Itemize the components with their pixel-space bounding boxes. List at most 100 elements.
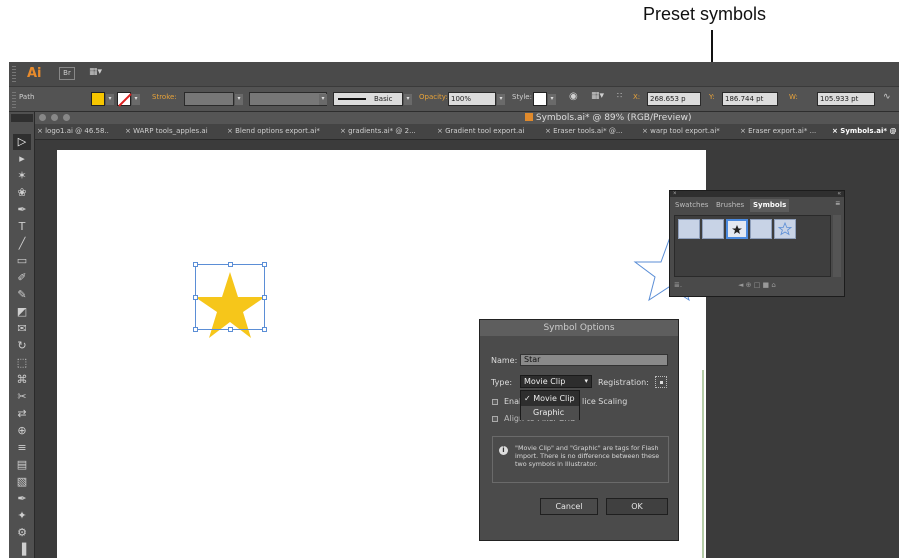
align-pixel-grid-checkbox[interactable] <box>492 416 498 422</box>
minimize-window-icon[interactable] <box>51 114 58 121</box>
tool-button[interactable]: ✉ <box>13 321 31 337</box>
collapse-icon[interactable]: « <box>838 191 841 197</box>
tool-button[interactable]: ❀ <box>13 185 31 201</box>
tool-button[interactable]: ✒ <box>13 491 31 507</box>
registration-point-icon[interactable] <box>655 376 667 388</box>
tool-button[interactable]: ✒ <box>13 202 31 218</box>
close-window-icon[interactable] <box>39 114 46 121</box>
tools-panel-header[interactable] <box>11 114 33 122</box>
tab-swatches[interactable]: Swatches <box>672 199 711 212</box>
stroke-label[interactable]: Stroke: <box>152 93 177 101</box>
menu-item-graphic[interactable]: Graphic <box>521 406 579 420</box>
link-icon[interactable]: ∿ <box>883 92 891 102</box>
tool-button[interactable]: ◩ <box>13 304 31 320</box>
symbol-thumbnail[interactable] <box>750 219 772 239</box>
symbol-actions-icons[interactable]: ◄ ⊕ □ ■ ⌂ <box>738 281 776 289</box>
name-field[interactable]: Star <box>520 354 668 366</box>
ok-button[interactable]: OK <box>606 498 668 515</box>
symbol-thumbnail[interactable] <box>678 219 700 239</box>
stroke-weight-dropdown[interactable]: ▾ <box>235 94 243 105</box>
panel-menu-icon[interactable]: ≡ <box>835 199 840 208</box>
stroke-weight-field[interactable] <box>184 92 234 106</box>
y-field[interactable]: 186.744 pt <box>722 92 778 106</box>
resize-handle[interactable] <box>193 327 198 332</box>
resize-handle[interactable] <box>262 295 267 300</box>
type-select-value: Movie Clip <box>524 377 566 386</box>
tool-button[interactable]: ⬚ <box>13 355 31 371</box>
enable-guides-checkbox[interactable] <box>492 399 498 405</box>
tab-brushes[interactable]: Brushes <box>713 199 747 212</box>
tool-button[interactable]: ✎ <box>13 287 31 303</box>
stroke-dropdown[interactable]: ▾ <box>132 94 140 105</box>
resize-handle[interactable] <box>262 327 267 332</box>
tool-button[interactable]: ▷ <box>13 134 31 150</box>
resize-handle[interactable] <box>193 295 198 300</box>
tool-button[interactable]: ⚙ <box>13 525 31 541</box>
panel-scrollbar[interactable] <box>833 215 841 277</box>
x-field[interactable]: 268.653 p <box>647 92 701 106</box>
tool-button[interactable]: ▐ <box>13 542 31 558</box>
tool-button[interactable]: T <box>13 219 31 235</box>
tab-gradient-tool-export[interactable]: × Gradient tool export.ai <box>437 127 524 135</box>
resize-handle[interactable] <box>228 327 233 332</box>
fill-dropdown[interactable]: ▾ <box>106 94 114 105</box>
tab-logo1[interactable]: × logo1.ai @ 46.58.. <box>37 127 109 135</box>
opacity-label[interactable]: Opacity: <box>419 93 448 101</box>
document-title-bar: Symbols.ai* @ 89% (RGB/Preview) <box>35 112 899 124</box>
stroke-swatch[interactable] <box>117 92 132 107</box>
graphic-style-dropdown[interactable]: ▾ <box>548 94 556 105</box>
tool-button[interactable]: ✂ <box>13 389 31 405</box>
selection-bounding-box[interactable] <box>193 262 267 332</box>
type-select[interactable]: Movie Clip ▾ <box>520 375 592 388</box>
tab-gradients[interactable]: × gradients.ai* @ 2... <box>340 127 416 135</box>
menu-item-movie-clip[interactable]: ✓ Movie Clip <box>521 392 579 406</box>
tab-symbols[interactable]: × Symbols.ai* @ 8 <box>832 127 899 135</box>
arrange-documents-button[interactable]: ▦▾ <box>89 67 111 80</box>
tool-button[interactable]: ▭ <box>13 253 31 269</box>
tool-button[interactable]: ▸ <box>13 151 31 167</box>
fill-swatch[interactable] <box>91 92 105 106</box>
tool-button[interactable]: ⊕ <box>13 423 31 439</box>
tool-button[interactable]: ≡ <box>13 440 31 456</box>
tool-button[interactable]: ✶ <box>13 168 31 184</box>
tab-symbols[interactable]: Symbols <box>750 199 790 212</box>
tool-button[interactable]: ✐ <box>13 270 31 286</box>
recolor-icon[interactable]: ◉ <box>569 91 578 102</box>
maximize-window-icon[interactable] <box>63 114 70 121</box>
brush-dropdown[interactable]: ▾ <box>404 94 412 105</box>
tool-button[interactable]: ↻ <box>13 338 31 354</box>
tab-blend-options-export[interactable]: × Blend options export.ai* <box>227 127 320 135</box>
brush-definition-field[interactable]: Basic <box>333 92 403 106</box>
tool-button[interactable]: ╱ <box>13 236 31 252</box>
symbol-thumbnail[interactable] <box>774 219 796 239</box>
variable-width-dropdown[interactable]: ▾ <box>319 94 327 105</box>
resize-handle[interactable] <box>262 262 267 267</box>
tab-eraser-export[interactable]: × Eraser export.ai* ... <box>740 127 816 135</box>
tool-button[interactable]: ✦ <box>13 508 31 524</box>
enable-guides-label: Enal <box>504 397 522 406</box>
tool-button[interactable]: ▧ <box>13 474 31 490</box>
tool-button[interactable]: ⇄ <box>13 406 31 422</box>
resize-handle[interactable] <box>193 262 198 267</box>
tool-button[interactable]: ▤ <box>13 457 31 473</box>
cancel-button[interactable]: Cancel <box>540 498 598 515</box>
symbol-thumbnail[interactable] <box>702 219 724 239</box>
tool-button[interactable]: ⌘ <box>13 372 31 388</box>
close-icon[interactable]: × <box>673 191 677 197</box>
resize-handle[interactable] <box>228 262 233 267</box>
symbol-libraries-icon[interactable]: ≣. <box>674 281 682 289</box>
align-icon[interactable]: ▦▾ <box>591 91 604 101</box>
opacity-dropdown[interactable]: ▾ <box>497 94 505 105</box>
symbol-thumbnail-selected[interactable] <box>726 219 748 239</box>
tab-warp-tools-apples[interactable]: × WARP tools_apples.ai <box>125 127 208 135</box>
reference-point-icon[interactable]: ∷ <box>617 91 622 100</box>
bridge-button[interactable]: Br <box>59 67 75 80</box>
panel-title-bar[interactable]: × « <box>670 191 844 197</box>
tab-eraser-tools[interactable]: × Eraser tools.ai* @... <box>545 127 623 135</box>
variable-width-field[interactable] <box>249 92 327 106</box>
graphic-style-swatch[interactable] <box>533 92 547 106</box>
star-symbol-icon <box>732 225 742 234</box>
width-field[interactable]: 105.933 pt <box>817 92 875 106</box>
tab-warp-tool-export[interactable]: × warp tool export.ai* <box>642 127 720 135</box>
opacity-field[interactable]: 100% <box>448 92 496 106</box>
